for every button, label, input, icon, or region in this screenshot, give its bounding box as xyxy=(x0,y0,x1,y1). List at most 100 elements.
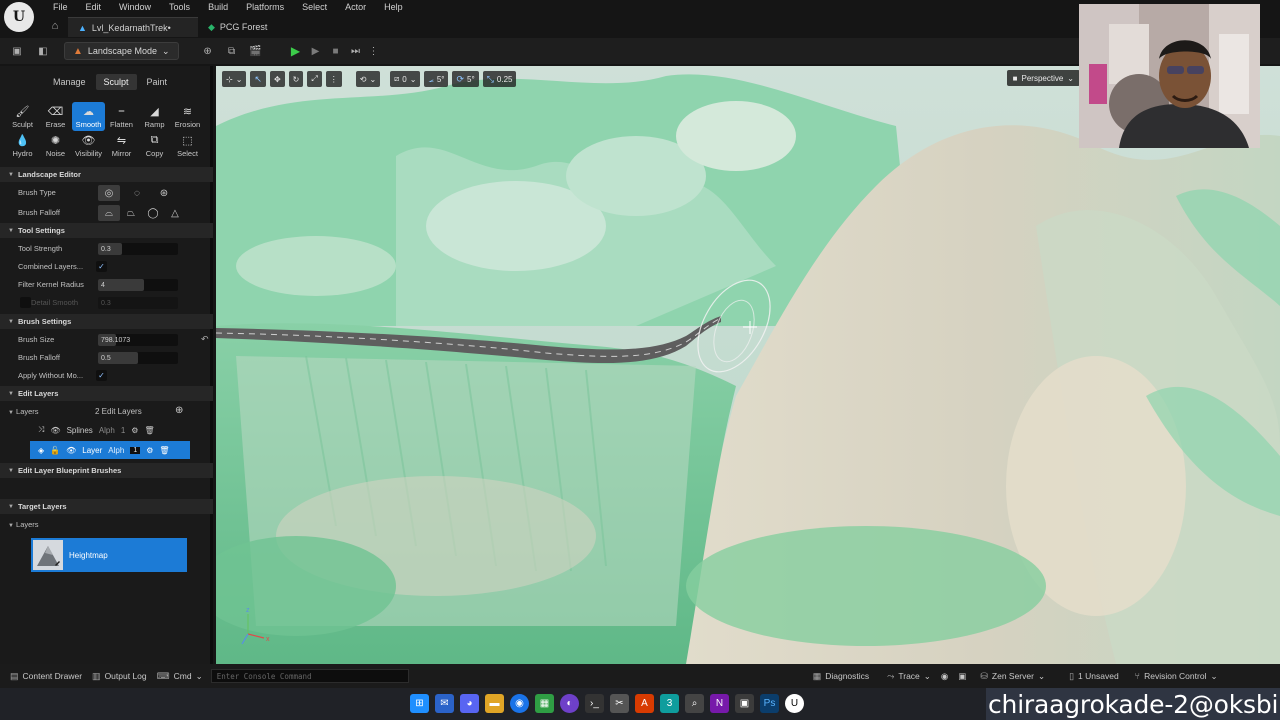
lock-icon[interactable]: 🔓 xyxy=(50,446,60,455)
outlook-icon[interactable]: ✉ xyxy=(435,694,454,713)
eye-icon[interactable]: 👁 xyxy=(66,446,76,455)
stop-icon[interactable]: ■ xyxy=(327,42,345,60)
cinematics-icon[interactable]: 🎬 xyxy=(247,42,265,60)
add-layer-icon[interactable]: ⊕ xyxy=(175,405,183,416)
target-layers-header[interactable]: ▼ Layers xyxy=(8,520,39,529)
level-viewport[interactable]: z x ⊹ ⌄ ↖ ✥ ↻ ⤢ ⋮ ⟲ ⌄ ⧄ 0 ⌄ ⦟ 5° ⟳ 5° ⤡ 0.25 ■ P… xyxy=(216,66,1280,664)
filter-kernel-field[interactable]: 4 xyxy=(98,279,178,291)
menu-item-select[interactable]: Select xyxy=(293,2,336,12)
tool-ramp[interactable]: ◢ Ramp xyxy=(138,102,171,131)
github-icon[interactable]: ◐ xyxy=(560,694,579,713)
trace-button[interactable]: ⤳ Trace ⌄ xyxy=(887,671,931,682)
menu-item-build[interactable]: Build xyxy=(199,2,237,12)
revision-control-button[interactable]: ⑂ Revision Control ⌄ xyxy=(1135,671,1218,682)
apply-without-checkbox[interactable]: ✓ xyxy=(96,370,107,381)
scale-tool-button[interactable]: ⤢ xyxy=(307,71,322,87)
tool-select[interactable]: ⬚ Select xyxy=(171,131,204,160)
zen-server-button[interactable]: ⛁ Zen Server ⌄ xyxy=(980,671,1045,682)
tool-mirror[interactable]: ⇋ Mirror xyxy=(105,131,138,160)
tool-strength-field[interactable]: 0.3 xyxy=(98,243,178,255)
layer-row-splines[interactable]: ⤨ 👁 Splines Alph 1 ⚙ 🗑 xyxy=(30,421,190,439)
tool-smooth[interactable]: ☁ Smooth xyxy=(72,102,105,131)
menu-item-help[interactable]: Help xyxy=(375,2,412,12)
unsaved-button[interactable]: ▯ 1 Unsaved xyxy=(1069,671,1119,682)
section-tool-settings[interactable]: ▼ Tool Settings xyxy=(0,223,213,238)
world-space-button[interactable]: ⟲ ⌄ xyxy=(355,71,381,87)
record-icon[interactable]: ◉ xyxy=(941,671,948,682)
linear-falloff-icon[interactable]: ⏢ xyxy=(120,205,142,221)
layer-alpha-value[interactable]: 1 xyxy=(130,446,141,454)
tool-erase[interactable]: ⌫ Erase xyxy=(39,102,72,131)
transform-menu-button[interactable]: ⊹ ⌄ xyxy=(222,71,247,87)
menu-item-platforms[interactable]: Platforms xyxy=(237,2,293,12)
layers-header[interactable]: ▼ Layers xyxy=(8,407,39,416)
smooth-falloff-icon[interactable]: ⌓ xyxy=(98,205,120,221)
perspective-button[interactable]: ■ Perspective ⌄ xyxy=(1006,70,1080,86)
brush-falloff-field[interactable]: 0.5 xyxy=(98,352,178,364)
menu-item-window[interactable]: Window xyxy=(110,2,160,12)
tab-paint[interactable]: Paint xyxy=(139,74,176,90)
discord-icon[interactable]: ◕ xyxy=(460,694,479,713)
trash-icon[interactable]: 🗑 xyxy=(159,446,169,455)
section-edit-layer-bp[interactable]: ▼ Edit Layer Blueprint Brushes xyxy=(0,463,213,478)
menu-item-tools[interactable]: Tools xyxy=(160,2,199,12)
tool-visibility[interactable]: 👁 Visibility xyxy=(72,131,105,160)
detail-smooth-checkbox[interactable] xyxy=(20,297,31,308)
tool-hydro[interactable]: 💧 Hydro xyxy=(6,131,39,160)
scale-snap-button[interactable]: ⟳ 5° xyxy=(452,71,479,87)
excel-icon[interactable]: ▦ xyxy=(535,694,554,713)
move-tool-button[interactable]: ✥ xyxy=(269,71,285,87)
onenote-icon[interactable]: N xyxy=(710,694,729,713)
console-input[interactable]: Enter Console Command xyxy=(210,669,409,683)
search-app-icon[interactable]: ⌕ xyxy=(685,694,704,713)
screenshot-icon[interactable]: ▣ xyxy=(958,671,966,682)
diagnostics-button[interactable]: ▦ Diagnostics xyxy=(813,671,869,682)
snipping-icon[interactable]: ✂ xyxy=(610,694,629,713)
tool-flatten[interactable]: ⎯ Flatten xyxy=(105,102,138,131)
launch-icon[interactable]: ⏭ xyxy=(347,42,365,60)
tab-manage[interactable]: Manage xyxy=(45,74,94,90)
home-icon[interactable]: ⌂ xyxy=(48,20,62,34)
more-options-icon[interactable]: ⋮ xyxy=(365,42,383,60)
browse-icon[interactable]: ◧ xyxy=(34,42,52,60)
tip-falloff-icon[interactable]: △ xyxy=(164,205,186,221)
grid-snap-button[interactable]: ⧄ 0 ⌄ xyxy=(390,71,421,87)
gear-icon[interactable]: ⚙ xyxy=(131,426,138,435)
brush-size-field[interactable]: 798.1073 xyxy=(98,334,178,346)
section-landscape-editor[interactable]: ▼ Landscape Editor xyxy=(0,167,213,182)
pattern-brush-icon[interactable]: ⊛ xyxy=(153,185,175,201)
tab-level[interactable]: ▲ Lvl_KedarnathTrek• xyxy=(68,17,198,37)
camera-speed-button[interactable]: ⤡ 0.25 xyxy=(482,71,517,87)
menu-item-edit[interactable]: Edit xyxy=(77,2,111,12)
alpha-brush-icon[interactable]: ◌ xyxy=(126,185,148,201)
tab-pcg-forest[interactable]: ◆ PCG Forest xyxy=(198,17,277,37)
tab-sculpt[interactable]: Sculpt xyxy=(95,74,137,90)
section-brush-settings[interactable]: ▼ Brush Settings xyxy=(0,314,213,329)
tool-sculpt[interactable]: 🖌 Sculpt xyxy=(6,102,39,131)
section-edit-layers[interactable]: ▼ Edit Layers xyxy=(0,386,213,401)
windows-start-icon[interactable]: ⊞ xyxy=(410,694,429,713)
trash-icon[interactable]: 🗑 xyxy=(144,426,154,435)
gear-icon[interactable]: ⚙ xyxy=(146,446,153,455)
menu-item-file[interactable]: File xyxy=(44,2,77,12)
cmd-button[interactable]: ⌨ Cmd ⌄ xyxy=(157,671,203,682)
tool-erosion[interactable]: ≋ Erosion xyxy=(171,102,204,131)
spherical-falloff-icon[interactable]: ◯ xyxy=(142,205,164,221)
terminal-app-icon[interactable]: ›_ xyxy=(585,694,604,713)
layer-row-layer[interactable]: ◈ 🔓 👁 Layer Alph 1 ⚙ 🗑 xyxy=(30,441,190,459)
combined-layers-checkbox[interactable]: ✓ xyxy=(96,261,107,272)
store-icon[interactable]: 3 xyxy=(660,694,679,713)
select-tool-button[interactable]: ↖ xyxy=(250,71,266,87)
play-icon[interactable]: ▶ xyxy=(287,42,305,60)
step-icon[interactable]: ▶ xyxy=(307,42,325,60)
landscape-mode-button[interactable]: ▲ Landscape Mode ⌄ xyxy=(64,42,179,60)
photoshop-icon[interactable]: Ps xyxy=(760,694,779,713)
blueprint-icon[interactable]: ⧉ xyxy=(223,42,241,60)
eye-icon[interactable]: 👁 xyxy=(50,426,60,435)
acrobat-icon[interactable]: A xyxy=(635,694,654,713)
heightmap-layer[interactable]: Heightmap xyxy=(31,538,187,572)
rotate-tool-button[interactable]: ↻ xyxy=(288,71,304,87)
unreal-taskbar-icon[interactable]: U xyxy=(785,694,804,713)
add-actor-icon[interactable]: ⊕ xyxy=(199,42,217,60)
save-icon[interactable]: ▣ xyxy=(8,42,26,60)
